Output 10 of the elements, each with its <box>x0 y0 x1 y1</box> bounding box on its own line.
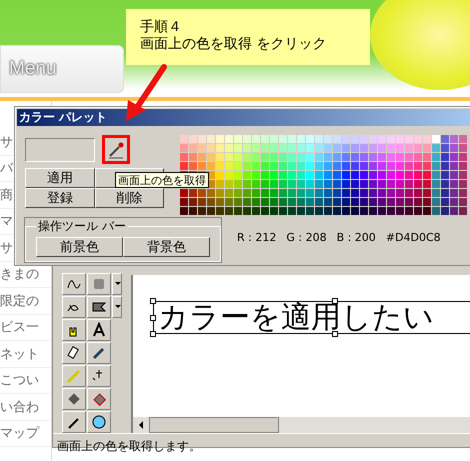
g-value: G : 208 <box>286 231 327 244</box>
step-label: 手順４ <box>140 19 183 36</box>
tooltip: 画面上の色を取得 <box>115 172 209 188</box>
hex-value: #D4D0C8 <box>386 231 441 244</box>
status-bar: 画面上の色を取得します。 <box>53 433 470 455</box>
instruction-text: 画面上の色を取得 をクリック <box>140 36 328 53</box>
group-label: 操作ツール バー <box>37 218 127 235</box>
b-value: B : 200 <box>336 231 376 244</box>
r-value: R : 212 <box>237 231 276 244</box>
window-title: カラー パレット <box>17 109 470 126</box>
